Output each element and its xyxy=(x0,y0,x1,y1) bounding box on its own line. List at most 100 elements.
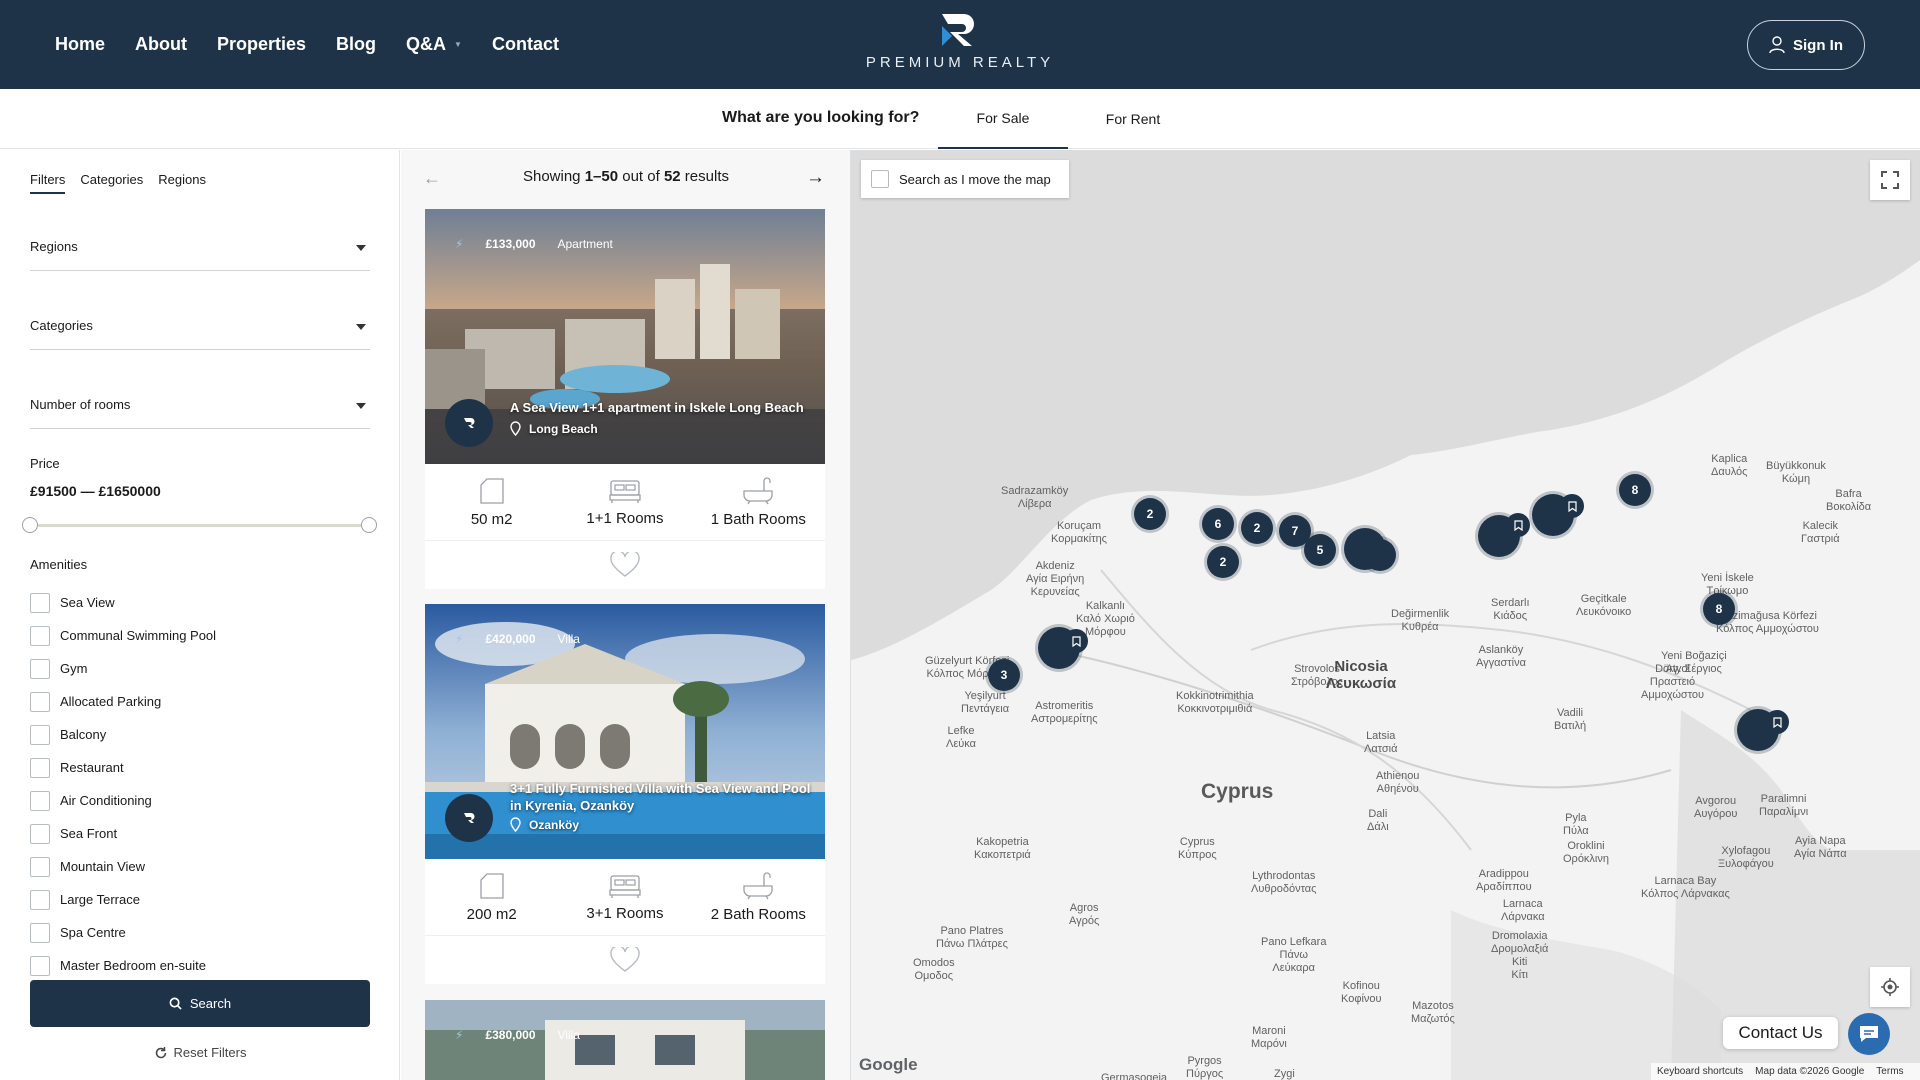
next-page-arrow-icon[interactable]: → xyxy=(806,167,825,189)
filter-tab-categories[interactable]: Categories xyxy=(80,172,143,194)
checkbox[interactable] xyxy=(871,170,889,188)
checkbox[interactable] xyxy=(30,757,50,778)
nav-blog[interactable]: Blog xyxy=(336,34,376,55)
bookmark-icon[interactable] xyxy=(1765,710,1789,734)
categories-dropdown[interactable]: Categories xyxy=(30,306,370,350)
amenity-mountain-view[interactable]: Mountain View xyxy=(30,850,216,883)
fullscreen-button[interactable] xyxy=(1870,160,1910,200)
listing-location: Long Beach xyxy=(510,421,598,436)
nav-qa[interactable]: Q&A ▼ xyxy=(406,34,462,55)
nav-properties[interactable]: Properties xyxy=(217,34,306,55)
map-cluster[interactable]: 2 xyxy=(1134,498,1166,530)
filter-tab-filters[interactable]: Filters xyxy=(30,172,66,194)
listings-panel: ← Showing 1–50 out of 52 results → ⚡ £13… xyxy=(401,150,851,1080)
listing-title[interactable]: A Sea View 1+1 apartment in Iskele Long … xyxy=(510,399,820,416)
property-map[interactable]: Search as I move the map Sadrazamköy Λίβ… xyxy=(851,150,1920,1080)
map-cluster[interactable]: 8 xyxy=(1703,593,1735,625)
contact-us-button[interactable]: Contact Us xyxy=(1723,1017,1838,1049)
main-nav: Home About Properties Blog Q&A ▼ Contact xyxy=(55,34,559,55)
map-label: Aradippou Αραδίππου xyxy=(1476,868,1532,893)
amenity-label: Communal Swimming Pool xyxy=(60,628,217,643)
amenity-large-terrace[interactable]: Large Terrace xyxy=(30,883,216,916)
amenity-balcony[interactable]: Balcony xyxy=(30,718,216,751)
map-label: Zygi xyxy=(1274,1068,1295,1080)
amenity-restaurant[interactable]: Restaurant xyxy=(30,751,216,784)
listing-card[interactable]: ⚡ £380,000 Villa xyxy=(425,1000,825,1080)
tab-for-rent[interactable]: For Rent xyxy=(1068,89,1198,149)
map-label: Pyrgos Πύργος xyxy=(1186,1055,1224,1080)
listing-photo[interactable]: ⚡ £133,000 Apartment A Sea View 1+1 apar… xyxy=(425,209,825,464)
rooms-dropdown[interactable]: Number of rooms xyxy=(30,385,370,429)
listing-card[interactable]: ⚡ £133,000 Apartment A Sea View 1+1 apar… xyxy=(425,209,825,589)
map-label: Kaplica Δαυλός xyxy=(1711,453,1748,478)
stat-area: 50 m2 xyxy=(425,464,558,540)
map-cluster[interactable]: 6 xyxy=(1202,508,1234,540)
map-cluster[interactable]: 2 xyxy=(1207,546,1239,578)
checkbox[interactable] xyxy=(30,955,50,976)
nav-home[interactable]: Home xyxy=(55,34,105,55)
map-cluster[interactable]: 5 xyxy=(1304,534,1336,566)
amenity-communal-pool[interactable]: Communal Swimming Pool xyxy=(30,619,216,652)
listing-photo[interactable]: ⚡ £380,000 Villa xyxy=(425,1000,825,1080)
map-cluster[interactable]: 2 xyxy=(1241,512,1273,544)
agent-avatar[interactable] xyxy=(445,794,493,842)
bookmark-icon[interactable] xyxy=(1560,494,1584,518)
caret-down-icon xyxy=(356,324,366,330)
amenities-label: Amenities xyxy=(30,557,88,572)
listing-title[interactable]: 3+1 Fully Furnished Villa with Sea View … xyxy=(510,780,820,814)
checkbox[interactable] xyxy=(30,658,50,679)
keyboard-shortcuts-link[interactable]: Keyboard shortcuts xyxy=(1657,1066,1743,1077)
reset-filters-button[interactable]: Reset Filters xyxy=(0,1045,400,1060)
bookmark-icon[interactable] xyxy=(1064,629,1088,653)
nav-about[interactable]: About xyxy=(135,34,187,55)
price-min-handle[interactable] xyxy=(22,517,38,533)
favorite-button[interactable] xyxy=(425,936,825,984)
amenity-master-ensuite[interactable]: Master Bedroom en-suite xyxy=(30,949,216,982)
amenity-sea-front[interactable]: Sea Front xyxy=(30,817,216,850)
listing-location-label: Long Beach xyxy=(529,421,598,436)
amenity-gym[interactable]: Gym xyxy=(30,652,216,685)
map-label: Sadrazamköy Λίβερα xyxy=(1001,485,1069,510)
checkbox[interactable] xyxy=(30,592,50,613)
map-label: Avgorou Αυγόρου xyxy=(1694,795,1738,820)
checkbox[interactable] xyxy=(30,691,50,712)
tab-for-sale[interactable]: For Sale xyxy=(938,89,1068,149)
checkbox[interactable] xyxy=(30,724,50,745)
map-property-pin[interactable] xyxy=(1344,528,1386,570)
search-button[interactable]: Search xyxy=(30,980,370,1027)
amenity-air-conditioning[interactable]: Air Conditioning xyxy=(30,784,216,817)
map-label: Geçitkale Λευκόνοικο xyxy=(1576,593,1632,618)
terms-link[interactable]: Terms xyxy=(1876,1066,1903,1077)
checkbox[interactable] xyxy=(30,922,50,943)
amenity-allocated-parking[interactable]: Allocated Parking xyxy=(30,685,216,718)
favorite-button[interactable] xyxy=(425,541,825,589)
listing-price: £133,000 xyxy=(485,237,536,251)
search-as-move-toggle[interactable]: Search as I move the map xyxy=(861,160,1069,198)
bookmark-icon[interactable] xyxy=(1506,513,1530,537)
checkbox[interactable] xyxy=(30,889,50,910)
amenity-label: Large Terrace xyxy=(60,892,140,907)
amenity-sea-view[interactable]: Sea View xyxy=(30,586,216,619)
regions-dropdown[interactable]: Regions xyxy=(30,227,370,271)
my-location-button[interactable] xyxy=(1870,967,1910,1007)
checkbox[interactable] xyxy=(30,790,50,811)
locate-icon xyxy=(1881,978,1899,996)
listing-stats: 50 m2 1+1 Rooms 1 Bath Rooms xyxy=(425,464,825,541)
filter-tab-regions[interactable]: Regions xyxy=(158,172,206,194)
price-max-handle[interactable] xyxy=(361,517,377,533)
checkbox[interactable] xyxy=(30,856,50,877)
listing-photo[interactable]: ⚡ £420,000 Villa 3+1 Fully Furnished Vil… xyxy=(425,604,825,859)
price-slider-track[interactable] xyxy=(30,524,370,527)
checkbox[interactable] xyxy=(30,823,50,844)
map-label: Dromolaxia Δρομολαξιά Kiti Κίτι xyxy=(1491,930,1549,981)
map-cluster[interactable]: 8 xyxy=(1619,474,1651,506)
amenity-spa-centre[interactable]: Spa Centre xyxy=(30,916,216,949)
agent-avatar[interactable] xyxy=(445,399,493,447)
logo[interactable]: PREMIUM REALTY xyxy=(860,12,1060,71)
chat-button[interactable] xyxy=(1848,1013,1890,1055)
listing-card[interactable]: ⚡ £420,000 Villa 3+1 Fully Furnished Vil… xyxy=(425,604,825,984)
nav-contact[interactable]: Contact xyxy=(492,34,559,55)
checkbox[interactable] xyxy=(30,625,50,646)
map-cluster[interactable]: 3 xyxy=(988,659,1020,691)
sign-in-button[interactable]: Sign In xyxy=(1747,20,1865,70)
